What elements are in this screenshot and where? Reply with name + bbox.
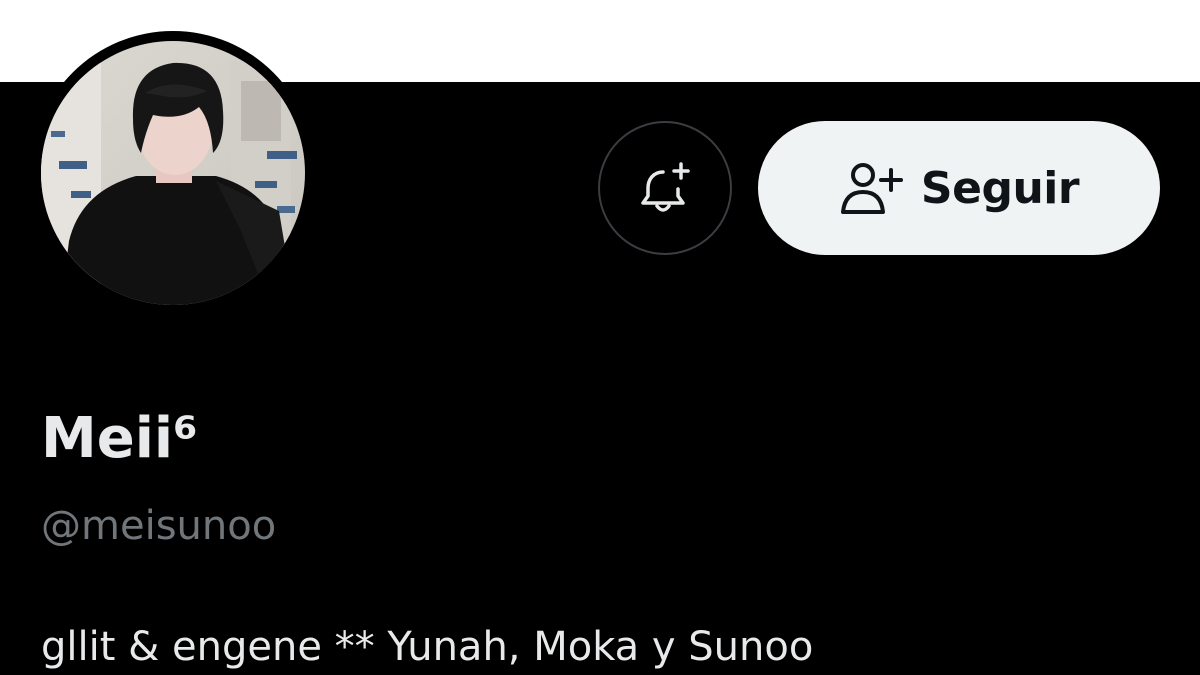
display-name: Meii⁶ [41,406,198,471]
avatar-photo [41,41,305,305]
user-plus-icon [840,163,903,214]
profile-bio: gllit & engene ** Yunah, Moka y Sunoo [41,624,814,670]
follow-button-label: Seguir [920,162,1080,214]
follow-button[interactable]: Seguir [758,121,1160,255]
avatar[interactable] [31,31,315,315]
bell-plus-icon [641,162,690,212]
notify-button[interactable] [598,121,732,255]
user-handle: @meisunoo [41,503,277,549]
